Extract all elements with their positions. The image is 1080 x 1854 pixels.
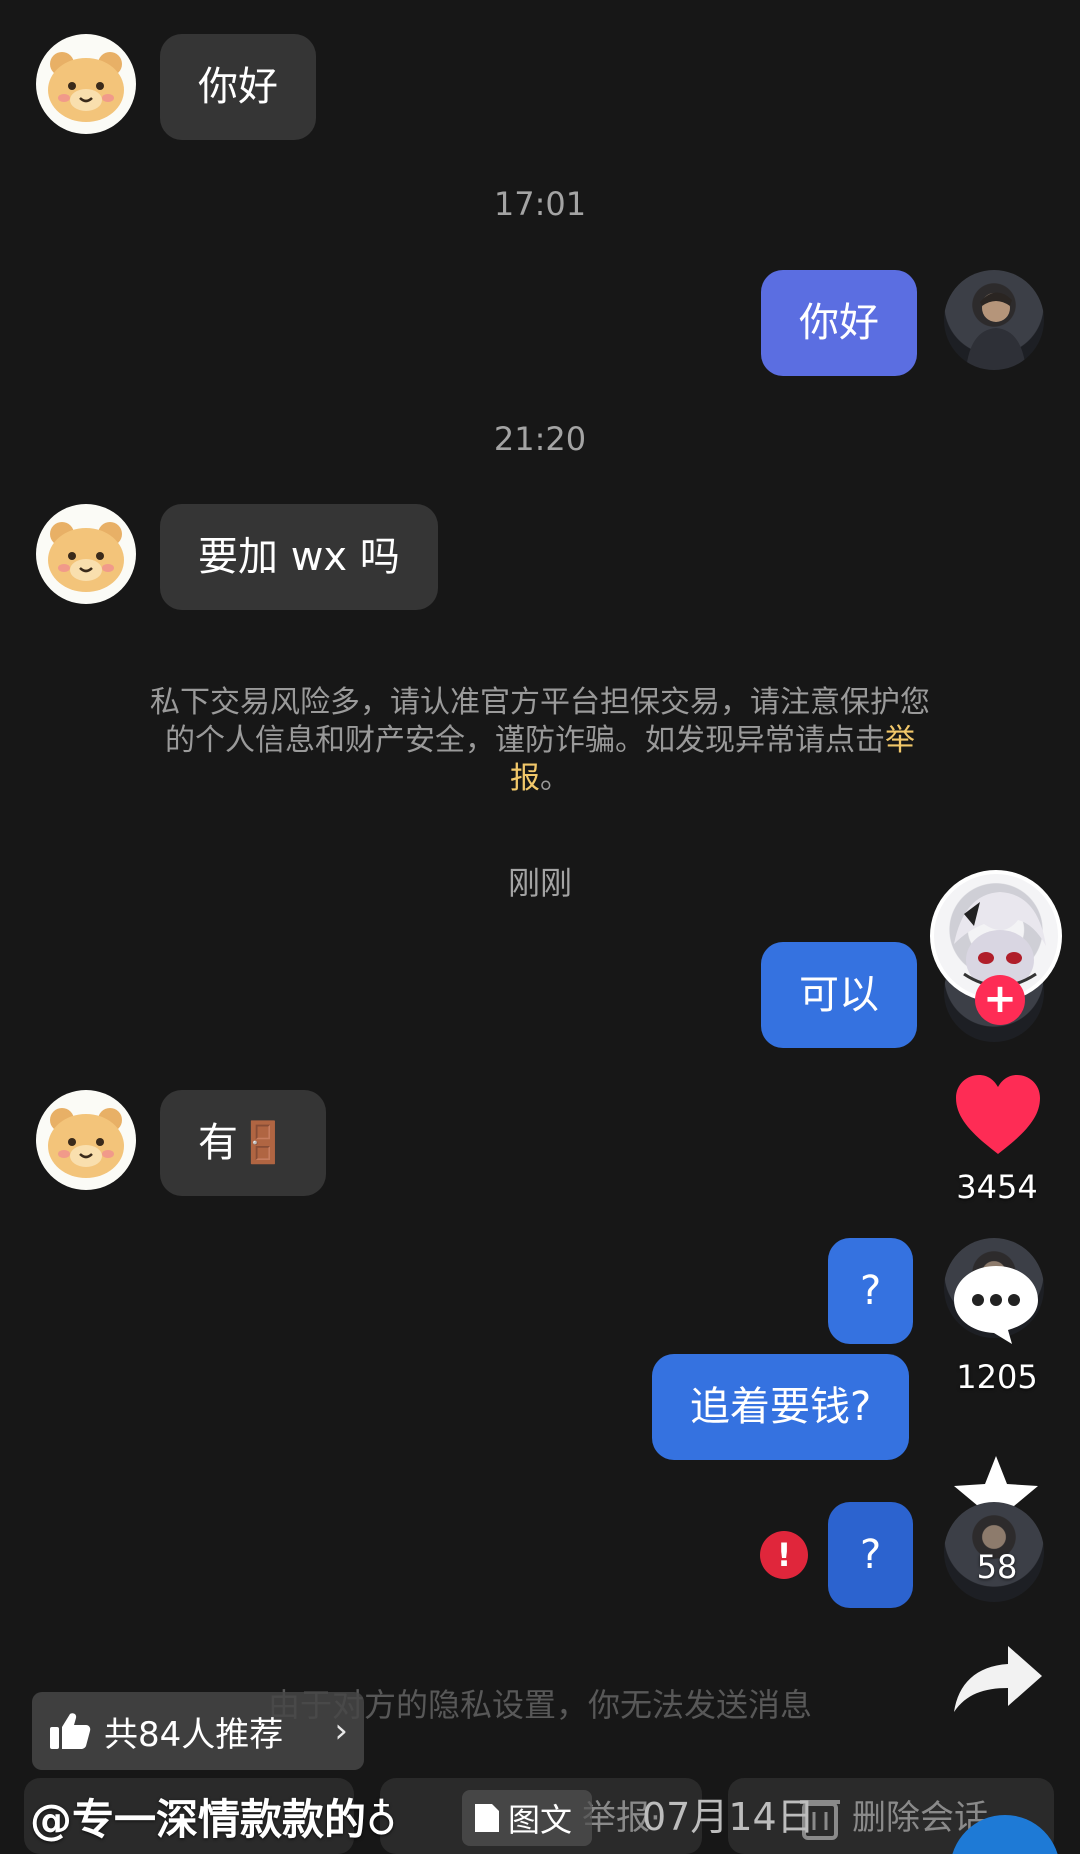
thumbs-up-icon <box>50 1713 91 1749</box>
timestamp: 刚刚 <box>507 864 572 902</box>
message-bubble-outgoing[interactable]: ? <box>828 1238 914 1344</box>
message-bubble-outgoing[interactable]: ? <box>828 1502 914 1608</box>
contact-avatar[interactable] <box>36 34 136 134</box>
document-icon <box>475 1804 499 1832</box>
send-failed-icon[interactable]: ! <box>760 1531 808 1579</box>
favorite-count: 58 <box>976 1548 1018 1586</box>
author-name[interactable]: @专一深情款款的♁ <box>30 1786 397 1847</box>
comment-bubble-icon <box>954 1266 1038 1344</box>
contact-avatar[interactable] <box>36 504 136 604</box>
timestamp: 21:20 <box>493 420 587 458</box>
recommend-text: 共84人推荐 <box>104 1714 284 1755</box>
image-text-tag: 图文 <box>462 1790 592 1846</box>
bear-icon <box>48 522 124 592</box>
self-avatar[interactable] <box>944 270 1044 370</box>
tag-label: 图文 <box>508 1801 573 1839</box>
person-photo-icon <box>966 292 1026 370</box>
like-count: 3454 <box>956 1168 1038 1206</box>
message-bubble-outgoing[interactable]: 追着要钱? <box>652 1354 910 1460</box>
recommend-pill[interactable]: 共84人推荐 › <box>32 1692 364 1770</box>
post-date: 07月14日 <box>642 1795 815 1839</box>
safety-notice-suffix: 。 <box>540 761 570 796</box>
message-bubble-outgoing[interactable]: 你好 <box>761 270 917 376</box>
heart-icon <box>956 1075 1040 1154</box>
safety-notice-text: 私下交易风险多，请认准官方平台担保交易，请注意保护您的个人信息和财产安全，谨防诈… <box>150 685 930 758</box>
safety-notice: 私下交易风险多，请认准官方平台担保交易，请注意保护您的个人信息和财产安全，谨防诈… <box>140 684 940 798</box>
comment-count: 1205 <box>956 1358 1038 1396</box>
message-bubble-incoming[interactable]: 要加 wx 吗 <box>160 504 438 610</box>
message-bubble-incoming[interactable]: 你好 <box>160 34 316 140</box>
message-bubble-incoming[interactable]: 有🚪 <box>160 1090 326 1196</box>
bear-icon <box>48 52 124 122</box>
contact-avatar[interactable] <box>36 1090 136 1190</box>
message-bubble-outgoing[interactable]: 可以 <box>761 942 917 1048</box>
like-button[interactable] <box>952 1072 1044 1158</box>
bear-icon <box>48 1108 124 1178</box>
timestamp: 17:01 <box>493 185 587 223</box>
comment-button[interactable] <box>950 1262 1042 1346</box>
chevron-right-icon: › <box>334 1711 348 1751</box>
follow-plus-button[interactable]: + <box>975 975 1025 1025</box>
